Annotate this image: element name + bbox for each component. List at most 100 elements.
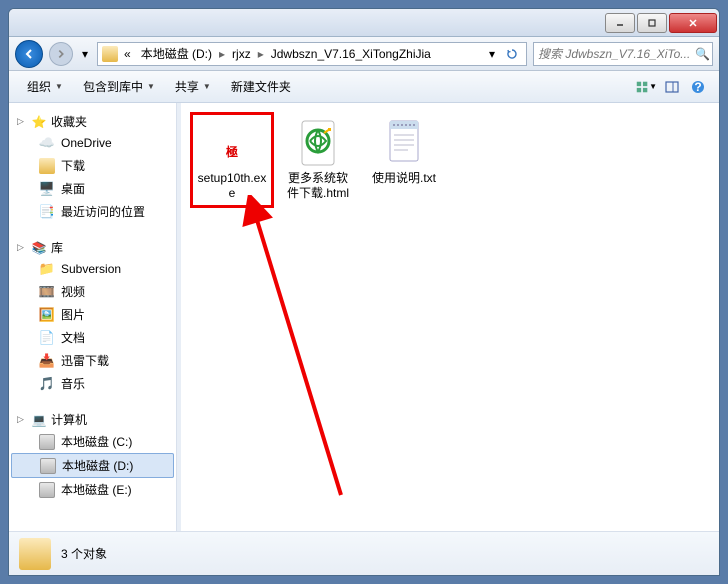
sidebar-item-label: 本地磁盘 (C:) (61, 433, 132, 450)
exe-icon: 極 (208, 119, 256, 167)
arrow-left-icon (22, 47, 36, 61)
folder-icon (19, 538, 51, 570)
annotation-arrow (241, 195, 361, 515)
sidebar-item-documents[interactable]: 📄 文档 (9, 326, 176, 349)
sidebar-item-label: 下载 (61, 157, 85, 174)
navbar: ▾ « 本地磁盘 (D:) ▸ rjxz ▸ Jdwbszn_V7.16_XiT… (9, 37, 719, 71)
file-item-txt[interactable]: 使用说明.txt (365, 115, 443, 205)
desktop-icon: 🖥️ (39, 181, 55, 197)
address-bar[interactable]: « 本地磁盘 (D:) ▸ rjxz ▸ Jdwbszn_V7.16_XiTon… (97, 42, 527, 66)
computer-icon: 💻 (31, 412, 47, 428)
chevron-right-icon: ▸ (257, 47, 265, 61)
maximize-button[interactable] (637, 13, 667, 33)
organize-button[interactable]: 组织▼ (19, 74, 71, 99)
library-icon: 📚 (31, 240, 47, 256)
drive-icon (40, 458, 56, 474)
history-dropdown[interactable]: ▾ (79, 47, 91, 61)
file-label: setup10th.exe (197, 171, 267, 201)
status-text: 3 个对象 (61, 545, 107, 562)
file-item-setup-exe[interactable]: 極 setup10th.exe (193, 115, 271, 205)
sidebar-item-label: 桌面 (61, 180, 85, 197)
file-pane[interactable]: 極 setup10th.exe 更多系统软件下载.html 使用说明.txt (181, 103, 719, 531)
svg-text:極: 極 (226, 144, 238, 159)
sidebar-item-label: OneDrive (61, 136, 112, 150)
sidebar-header-label: 计算机 (51, 411, 87, 428)
address-dropdown[interactable]: ▾ (482, 43, 502, 65)
drive-icon (39, 434, 55, 450)
recent-icon: 📑 (39, 204, 55, 220)
html-icon (294, 119, 342, 167)
sidebar-item-label: Subversion (61, 262, 121, 276)
sidebar-item-label: 迅雷下载 (61, 352, 109, 369)
breadcrumb-item[interactable]: rjxz (228, 45, 255, 63)
breadcrumb-item[interactable]: 本地磁盘 (D:) (137, 43, 216, 64)
back-button[interactable] (15, 40, 43, 68)
pane-icon (664, 79, 680, 95)
include-in-library-button[interactable]: 包含到库中▼ (75, 74, 163, 99)
view-button[interactable]: ▼ (635, 76, 657, 98)
refresh-button[interactable] (502, 43, 522, 65)
sidebar-item-label: 图片 (61, 306, 85, 323)
refresh-icon (506, 48, 518, 60)
document-icon: 📄 (39, 330, 55, 346)
forward-button[interactable] (49, 42, 73, 66)
sidebar-item-videos[interactable]: 🎞️ 视频 (9, 280, 176, 303)
help-icon: ? (690, 79, 706, 95)
folder-icon (39, 158, 55, 174)
file-label: 更多系统软件下载.html (283, 171, 353, 201)
search-box[interactable]: 🔍 (533, 42, 713, 66)
drive-icon (39, 482, 55, 498)
sidebar-item-drive-d[interactable]: 本地磁盘 (D:) (11, 453, 174, 478)
star-icon: ⭐ (31, 114, 47, 130)
preview-pane-button[interactable] (661, 76, 683, 98)
music-icon: 🎵 (39, 376, 55, 392)
view-icon (635, 79, 649, 95)
chevron-right-icon: ▸ (218, 47, 226, 61)
search-icon: 🔍 (695, 47, 710, 61)
sidebar-item-thunder[interactable]: 📥 迅雷下载 (9, 349, 176, 372)
svg-text:?: ? (694, 80, 701, 94)
sidebar-item-label: 音乐 (61, 375, 85, 392)
sidebar-item-onedrive[interactable]: ☁️ OneDrive (9, 132, 176, 154)
txt-icon (380, 119, 428, 167)
download-icon: 📥 (39, 353, 55, 369)
sidebar-item-drive-e[interactable]: 本地磁盘 (E:) (9, 478, 176, 501)
breadcrumb-prefix[interactable]: « (120, 45, 135, 63)
arrow-right-icon (55, 48, 67, 60)
sidebar-header-label: 收藏夹 (51, 113, 87, 130)
sidebar-item-label: 最近访问的位置 (61, 203, 145, 220)
sidebar-item-label: 视频 (61, 283, 85, 300)
breadcrumb-item[interactable]: Jdwbszn_V7.16_XiTongZhiJia (267, 45, 435, 63)
share-button[interactable]: 共享▼ (167, 74, 219, 99)
svn-icon: 📁 (39, 261, 55, 277)
explorer-window: ▾ « 本地磁盘 (D:) ▸ rjxz ▸ Jdwbszn_V7.16_XiT… (8, 8, 720, 576)
search-input[interactable] (538, 47, 695, 61)
picture-icon: 🖼️ (39, 307, 55, 323)
sidebar-item-label: 文档 (61, 329, 85, 346)
sidebar-item-recent[interactable]: 📑 最近访问的位置 (9, 200, 176, 223)
file-label: 使用说明.txt (372, 171, 436, 186)
minimize-button[interactable] (605, 13, 635, 33)
new-folder-button[interactable]: 新建文件夹 (223, 74, 299, 99)
sidebar-item-desktop[interactable]: 🖥️ 桌面 (9, 177, 176, 200)
sidebar-item-downloads[interactable]: 下载 (9, 154, 176, 177)
folder-icon (102, 46, 118, 62)
close-button[interactable] (669, 13, 717, 33)
video-icon: 🎞️ (39, 284, 55, 300)
help-button[interactable]: ? (687, 76, 709, 98)
sidebar-computer-header[interactable]: ▷ 💻 计算机 (9, 409, 176, 430)
file-item-html[interactable]: 更多系统软件下载.html (279, 115, 357, 205)
cloud-icon: ☁️ (39, 135, 55, 151)
sidebar-libraries-header[interactable]: ▷ 📚 库 (9, 237, 176, 258)
sidebar-item-drive-c[interactable]: 本地磁盘 (C:) (9, 430, 176, 453)
sidebar-header-label: 库 (51, 239, 63, 256)
sidebar-item-pictures[interactable]: 🖼️ 图片 (9, 303, 176, 326)
statusbar: 3 个对象 (9, 531, 719, 575)
sidebar: ▷ ⭐ 收藏夹 ☁️ OneDrive 下载 🖥️ 桌面 📑 最近访问的位置 ▷ 📚 … (9, 103, 177, 531)
sidebar-item-subversion[interactable]: 📁 Subversion (9, 258, 176, 280)
sidebar-item-music[interactable]: 🎵 音乐 (9, 372, 176, 395)
toolbar: 组织▼ 包含到库中▼ 共享▼ 新建文件夹 ▼ ? (9, 71, 719, 103)
sidebar-item-label: 本地磁盘 (D:) (62, 457, 133, 474)
sidebar-favorites-header[interactable]: ▷ ⭐ 收藏夹 (9, 111, 176, 132)
titlebar (9, 9, 719, 37)
